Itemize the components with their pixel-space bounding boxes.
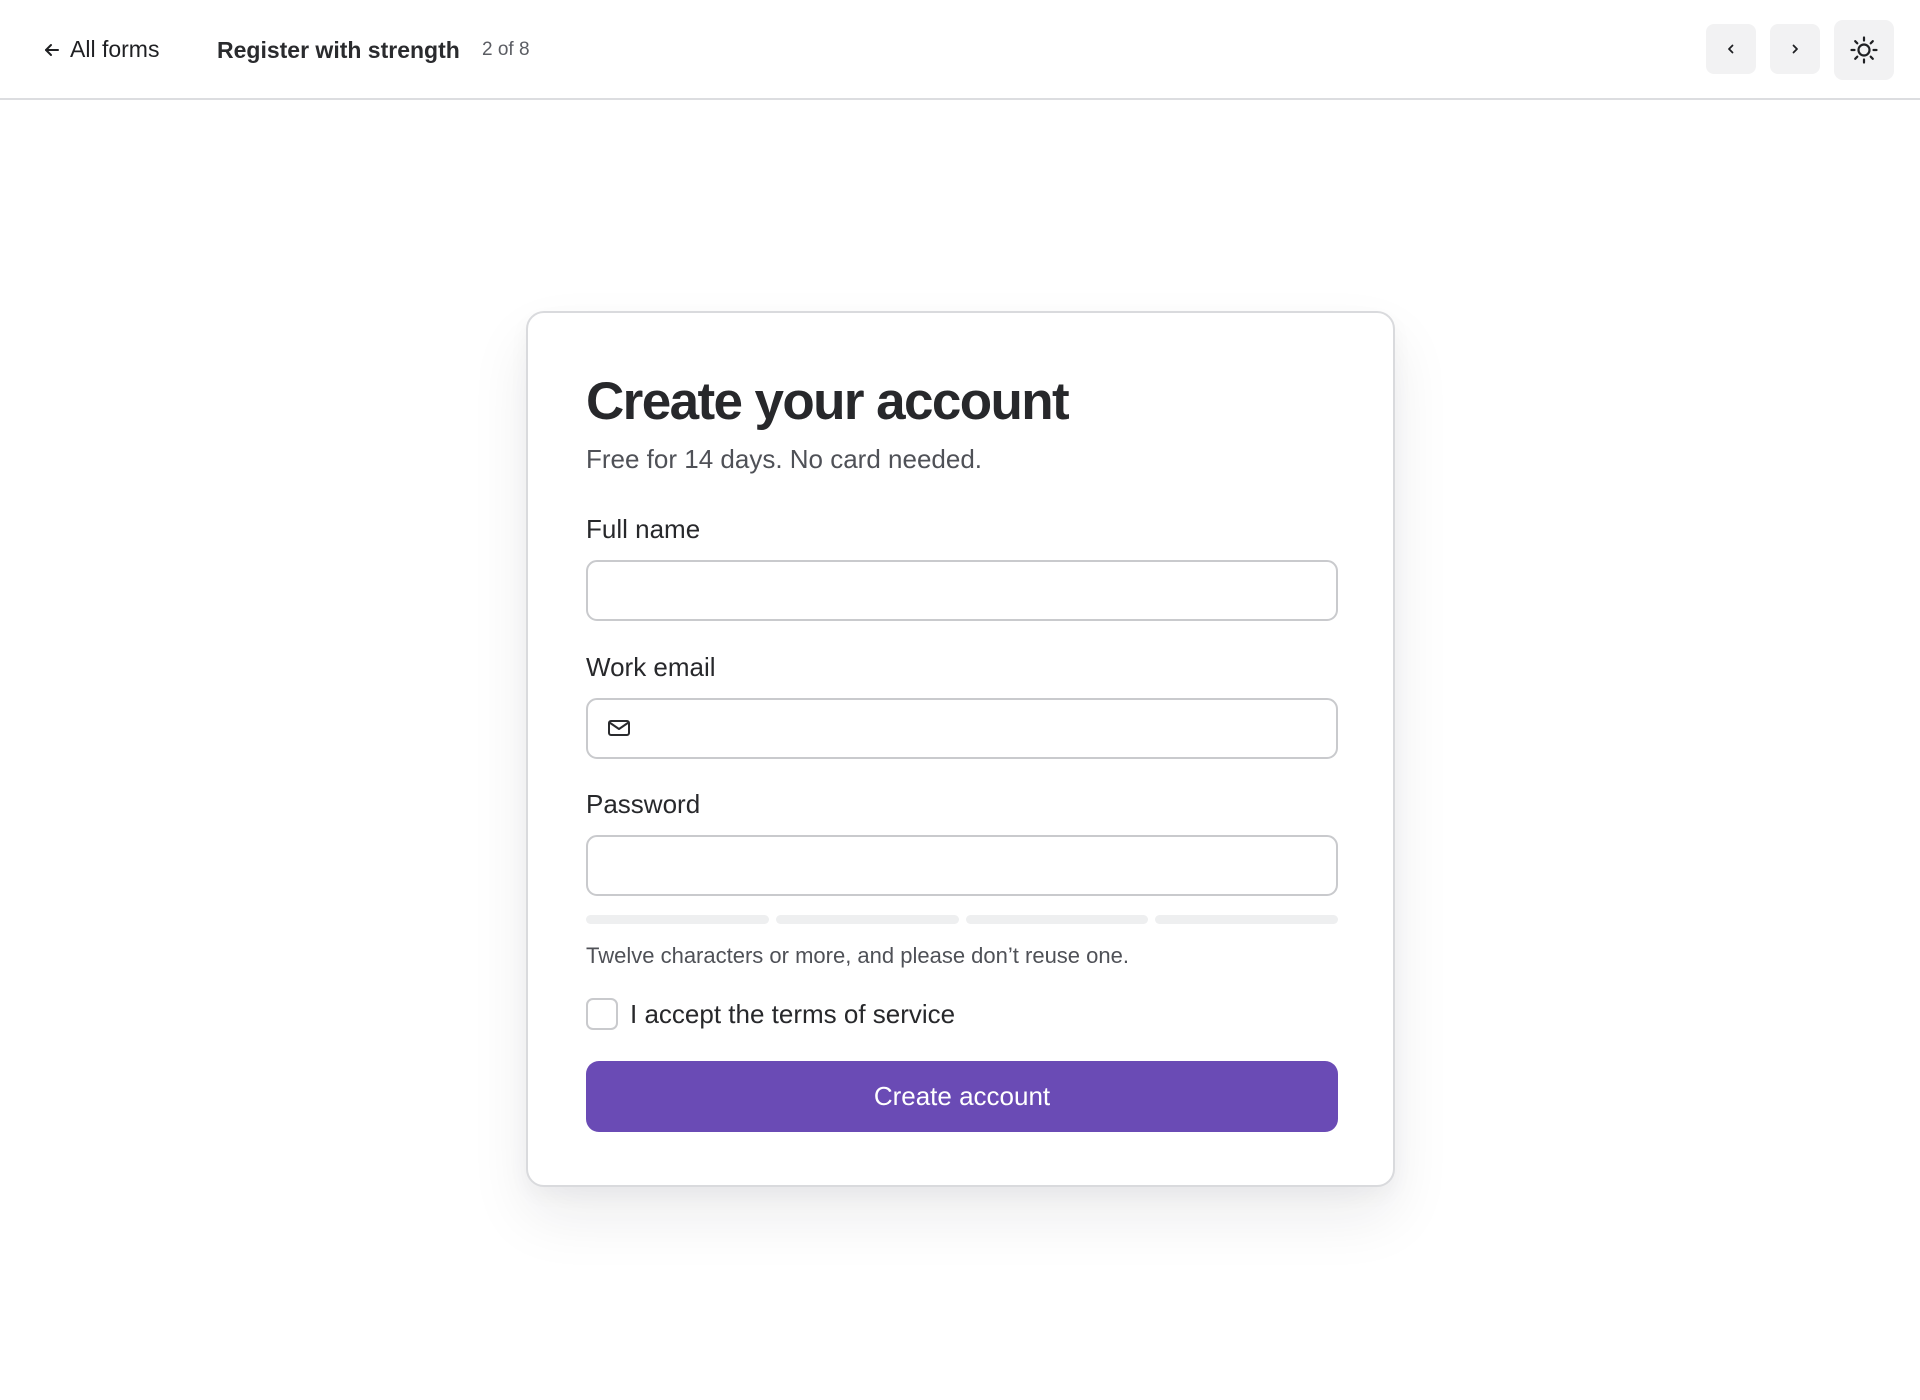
form-title: Register with strength: [217, 37, 460, 63]
top-bar: All forms Register with strength 2 of 8: [0, 0, 1920, 100]
terms-checkbox[interactable]: [586, 998, 618, 1030]
full-name-label: Full name: [586, 514, 701, 544]
work-email-input[interactable]: [586, 698, 1338, 759]
password-input[interactable]: [586, 835, 1338, 896]
theme-toggle-button[interactable]: [1834, 20, 1894, 80]
full-name-input[interactable]: [586, 560, 1338, 621]
create-account-button[interactable]: Create account: [586, 1061, 1338, 1132]
work-email-label: Work email: [586, 652, 716, 682]
previous-form-button[interactable]: [1706, 24, 1756, 74]
password-hint: Twelve characters or more, and please do…: [586, 943, 1129, 968]
all-forms-label: All forms: [70, 36, 160, 62]
work-email-field: [586, 698, 1338, 759]
password-label: Password: [586, 789, 701, 819]
terms-label: I accept the terms of service: [630, 998, 956, 1029]
page-title: Create your account: [586, 372, 1070, 431]
strength-segment: [775, 915, 959, 924]
mail-icon: [606, 716, 632, 740]
password-strength-meter: [586, 915, 1338, 924]
strength-segment: [586, 915, 769, 924]
page-subtitle: Free for 14 days. No card needed.: [586, 444, 983, 474]
strength-segment: [965, 915, 1149, 924]
next-form-button[interactable]: [1770, 24, 1820, 74]
chevron-left-icon: [1724, 42, 1738, 56]
form-counter: 2 of 8: [482, 39, 530, 60]
registration-card: Create your account Free for 14 days. No…: [526, 311, 1395, 1187]
strength-segment: [1155, 915, 1338, 924]
arrow-left-icon: [42, 40, 62, 60]
all-forms-link[interactable]: All forms: [42, 36, 159, 63]
terms-row[interactable]: I accept the terms of service: [586, 998, 955, 1030]
chevron-right-icon: [1788, 42, 1802, 56]
sun-icon: [1849, 35, 1879, 65]
